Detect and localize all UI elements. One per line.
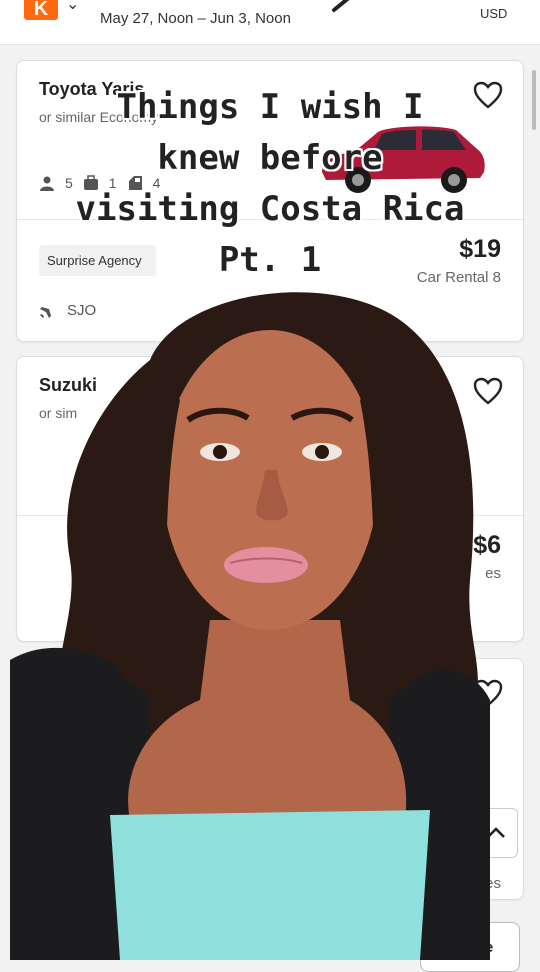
video-caption: Things I wish I knew before visiting Cos… bbox=[30, 82, 510, 286]
caption-line: visiting Costa Rica bbox=[75, 189, 465, 229]
lips bbox=[224, 547, 308, 583]
scrollbar[interactable] bbox=[532, 70, 536, 130]
kayak-logo[interactable]: K bbox=[24, 0, 58, 20]
chevron-down-icon[interactable]: ⌄ bbox=[66, 0, 79, 14]
caption-line: knew before bbox=[157, 138, 383, 178]
date-range[interactable]: May 27, Noon – Jun 3, Noon bbox=[100, 10, 291, 27]
currency-selector[interactable]: USD bbox=[480, 6, 507, 21]
caption-line: Pt. 1 bbox=[218, 240, 322, 280]
tank-top bbox=[110, 810, 430, 960]
app-header: K ⌄ May 27, Noon – Jun 3, Noon USD bbox=[0, 0, 540, 45]
presenter-video bbox=[10, 292, 490, 960]
edit-icon[interactable] bbox=[330, 0, 360, 14]
caption-line: Things I wish I bbox=[116, 87, 424, 127]
